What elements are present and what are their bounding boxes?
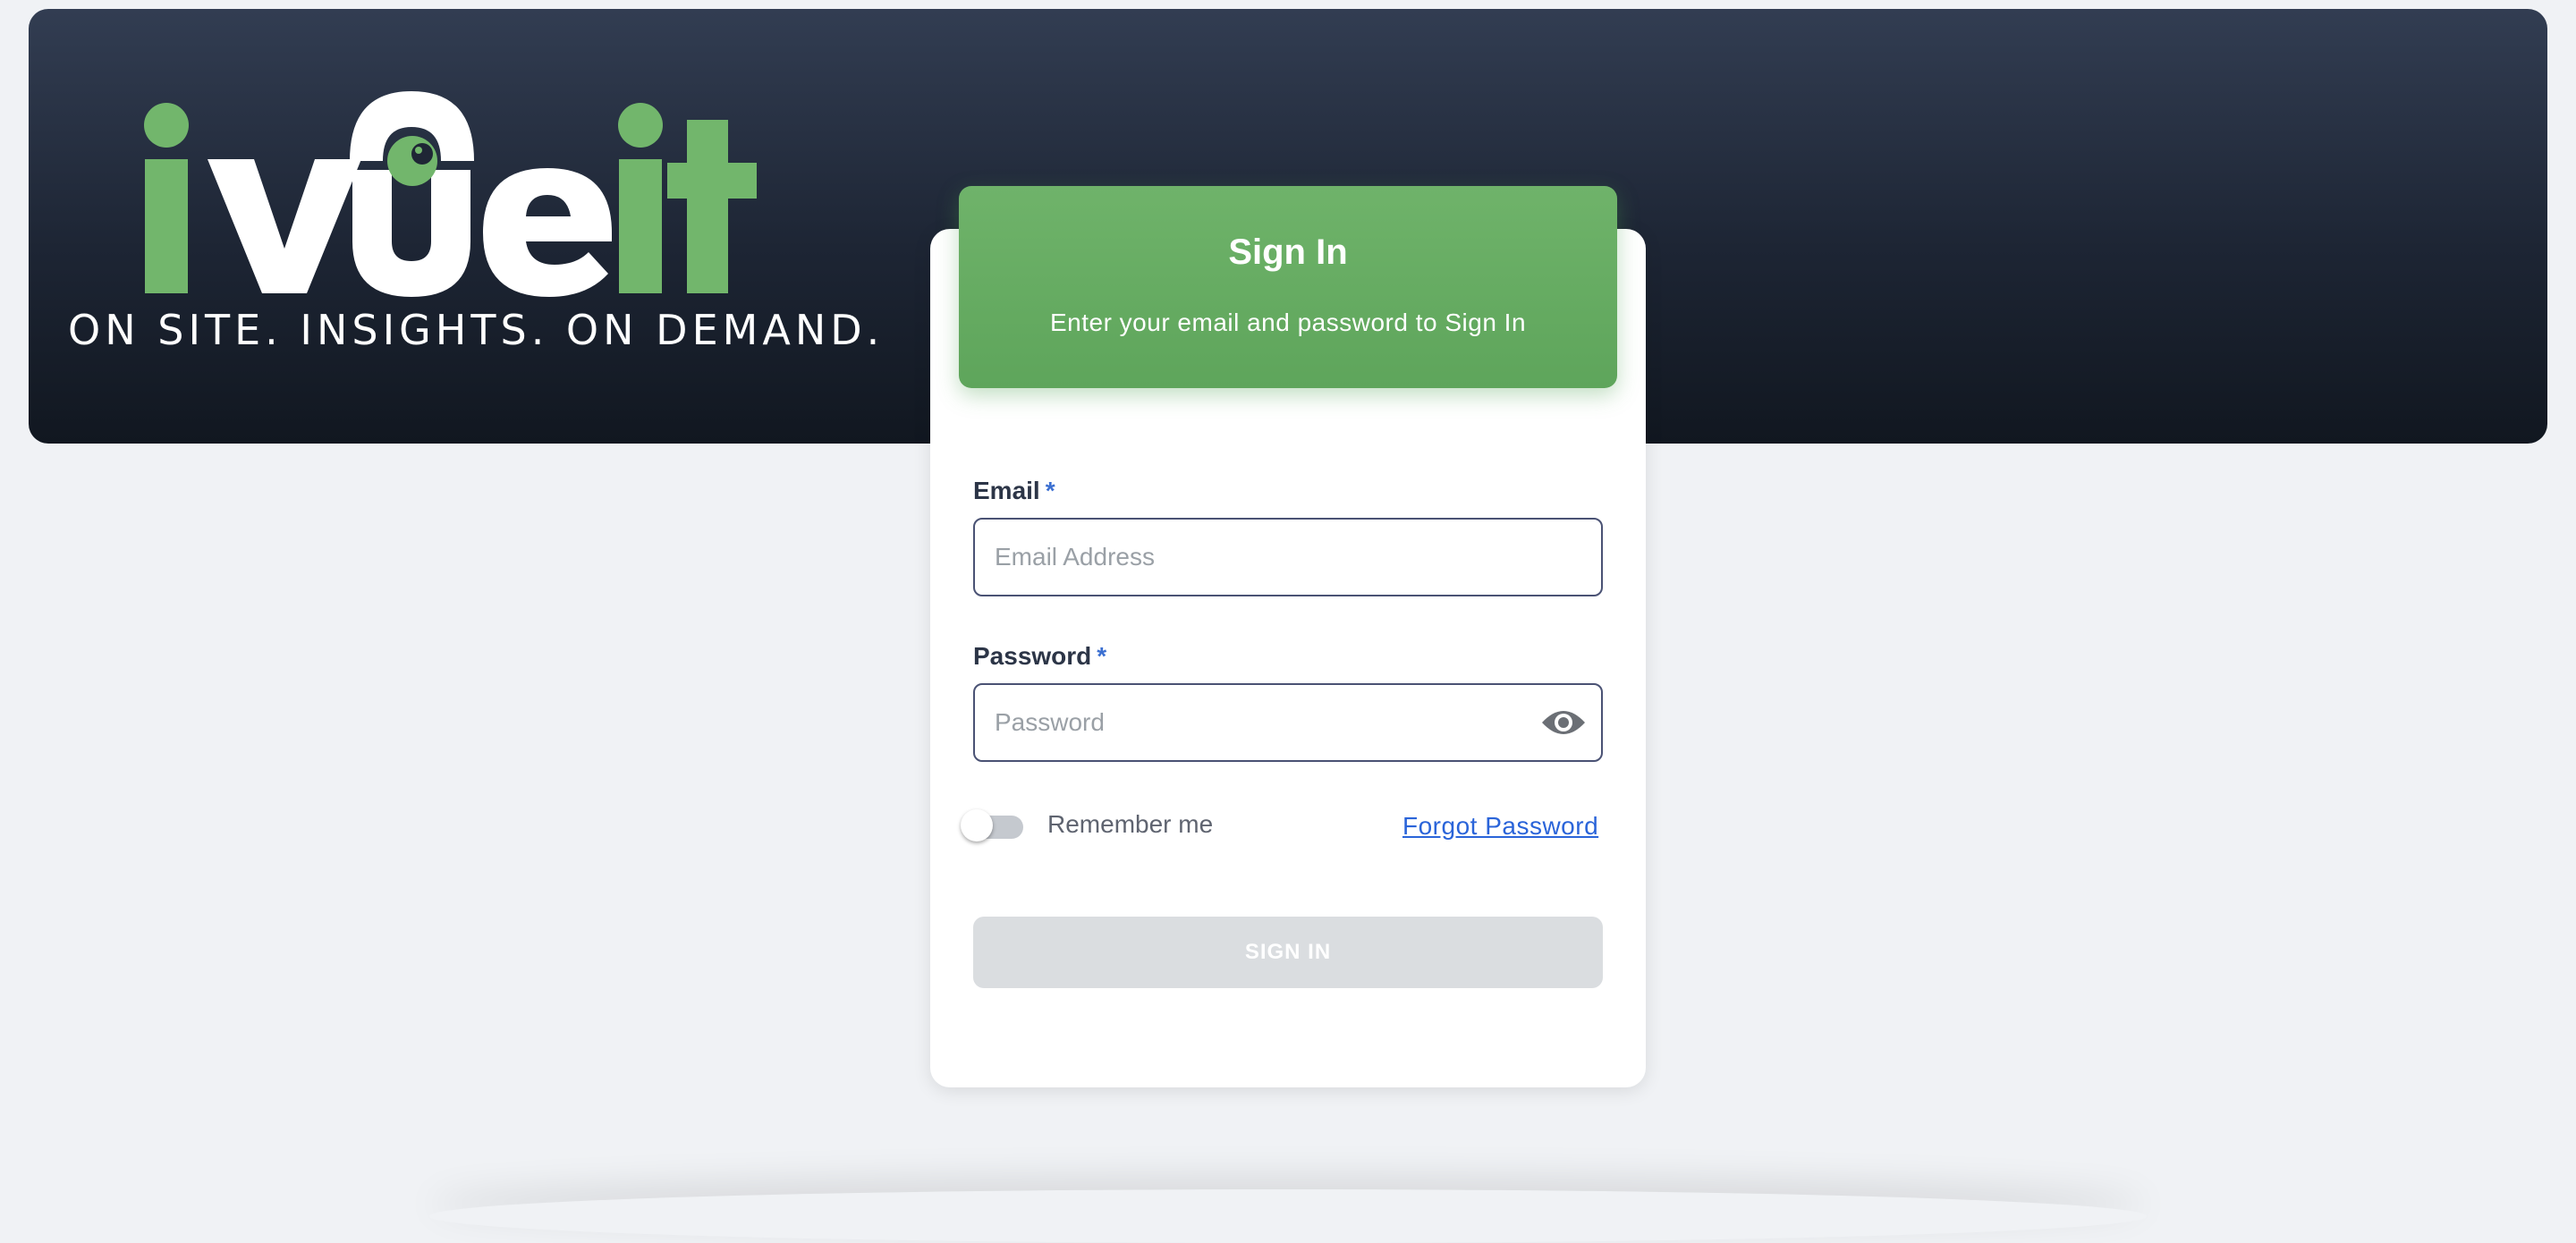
password-required-mark: * — [1097, 642, 1107, 670]
email-label: Email * — [973, 477, 1055, 505]
password-label: Password * — [973, 642, 1106, 671]
bottom-panel-shadow — [429, 1189, 2147, 1243]
signin-title: Sign In — [1228, 233, 1348, 272]
password-field[interactable] — [973, 683, 1603, 762]
brand-tagline: ON SITE. INSIGHTS. ON DEMAND. — [68, 306, 885, 354]
password-label-text: Password — [973, 642, 1092, 670]
remember-me-label[interactable]: Remember me — [1047, 810, 1213, 839]
email-required-mark: * — [1045, 477, 1055, 504]
forgot-password-link[interactable]: Forgot Password — [1402, 812, 1598, 841]
signin-subtitle: Enter your email and password to Sign In — [1049, 309, 1527, 336]
remember-me-toggle[interactable] — [961, 809, 1023, 841]
toggle-knob — [961, 809, 993, 841]
signin-button[interactable]: SIGN IN — [973, 917, 1603, 988]
signin-header: Sign In Enter your email and password to… — [959, 186, 1617, 388]
email-label-text: Email — [973, 477, 1040, 504]
eye-icon[interactable] — [1540, 706, 1587, 739]
email-field[interactable] — [973, 518, 1603, 596]
